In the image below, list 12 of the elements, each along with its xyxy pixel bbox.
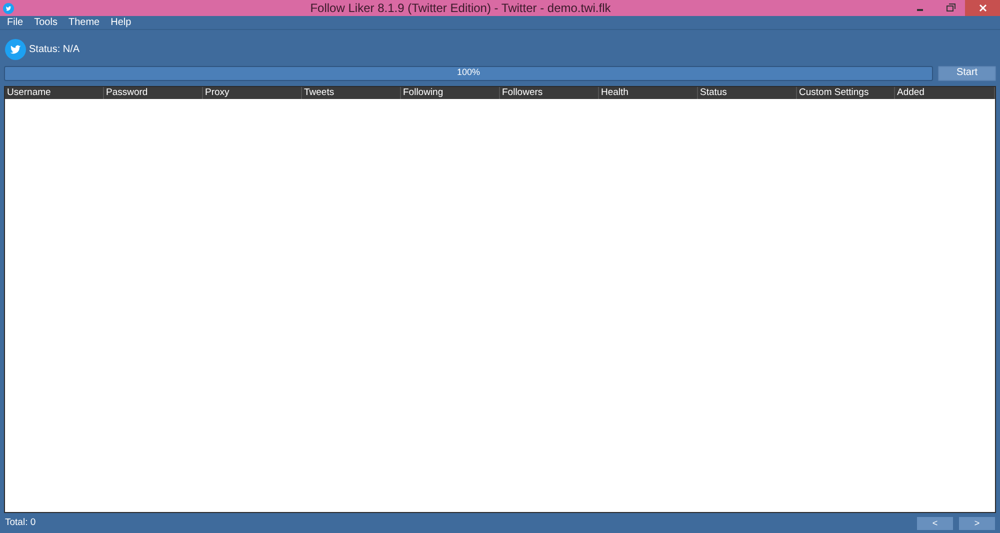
- bird-icon: [5, 38, 26, 60]
- close-icon: [978, 4, 986, 12]
- close-button[interactable]: [965, 0, 1000, 16]
- total-count: Total: 0: [5, 516, 36, 530]
- menu-item[interactable]: Help: [110, 18, 132, 28]
- app-icon: [2, 2, 14, 14]
- status-label: Status: N/A: [29, 42, 80, 56]
- menu-item[interactable]: Theme: [68, 18, 100, 28]
- progress-reading: 100%: [456, 66, 482, 80]
- menu-item[interactable]: Tools: [34, 18, 58, 28]
- window-title: Follow Liker 8.1.9 (Twitter Edition) - Twitter - demo.twi.flk: [309, 2, 612, 14]
- menu-item[interactable]: File: [7, 18, 24, 28]
